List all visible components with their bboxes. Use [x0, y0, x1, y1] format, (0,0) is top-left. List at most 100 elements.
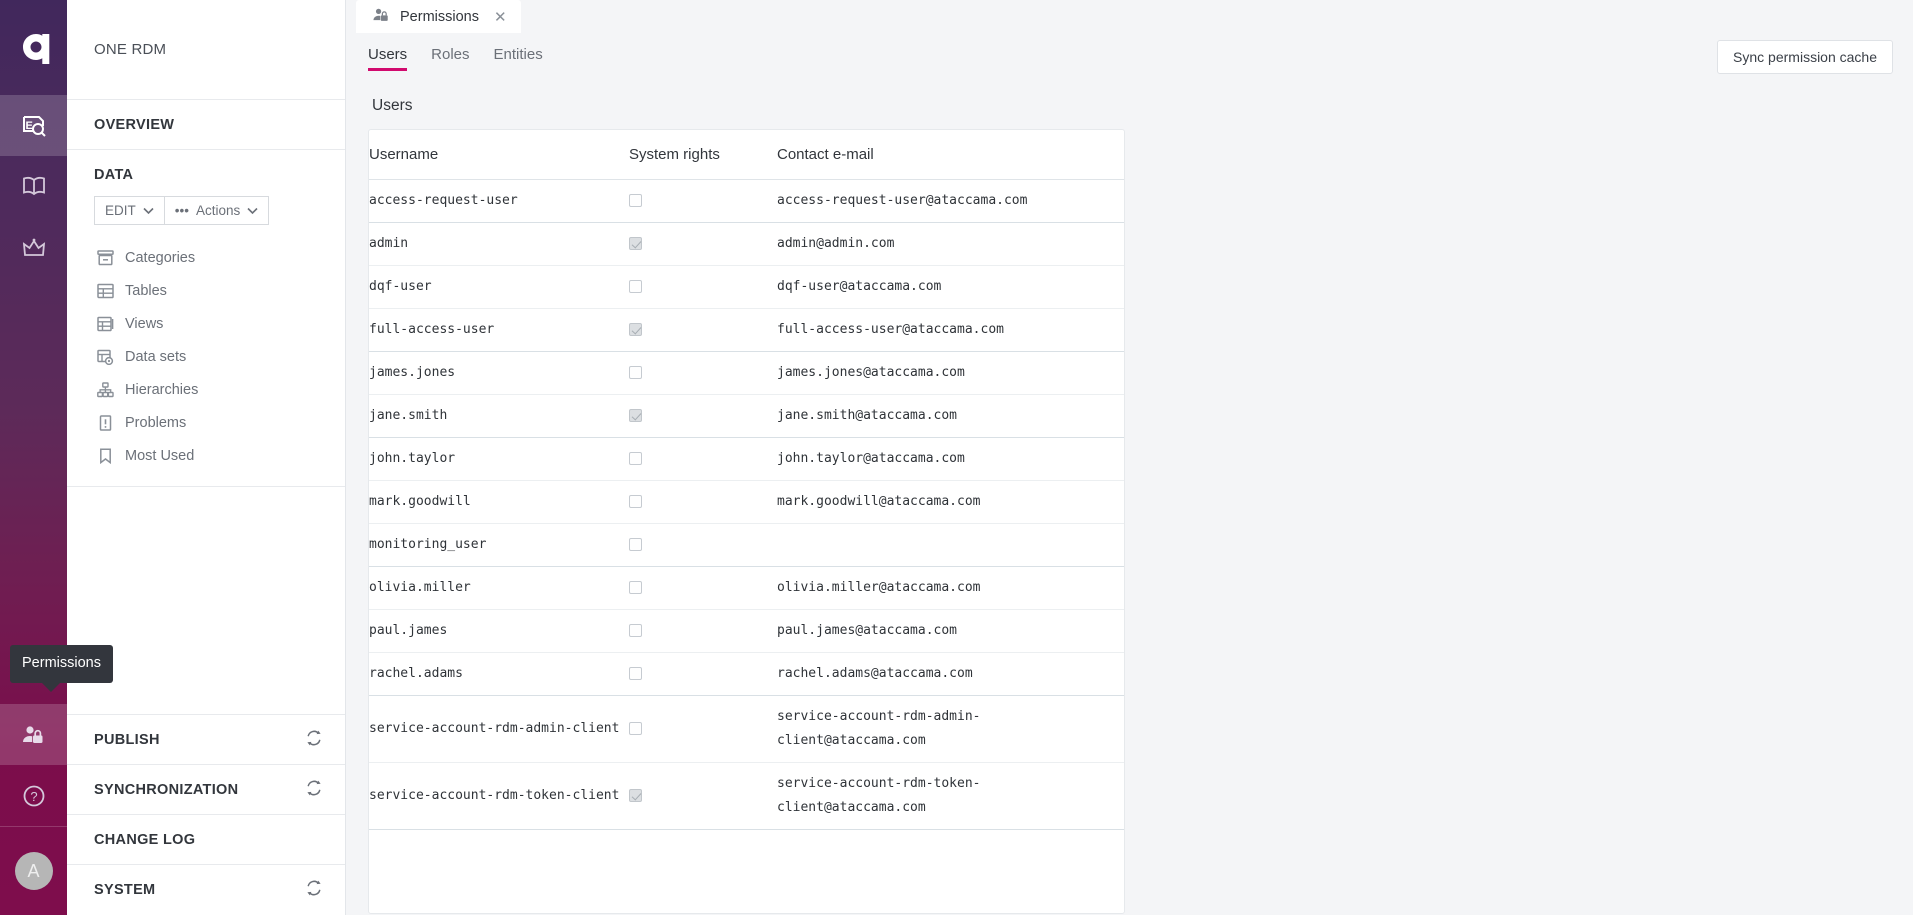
- chevron-down-icon: [247, 203, 258, 218]
- checkbox-unchecked[interactable]: [629, 495, 642, 508]
- checkbox-checked[interactable]: [629, 409, 642, 422]
- users-table-body: access-request-user access-request-user@a…: [369, 179, 1124, 830]
- tables-icon: [97, 282, 114, 299]
- sync-permission-cache-button[interactable]: Sync permission cache: [1717, 40, 1893, 74]
- rail-item-governance[interactable]: [0, 217, 67, 278]
- checkbox-unchecked[interactable]: [629, 280, 642, 293]
- sub-toolbar: Users Roles Entities Sync permission cac…: [346, 33, 1913, 81]
- cell-contact-email: full-access-user@ataccama.com: [777, 308, 1124, 352]
- svg-text:?: ?: [30, 789, 37, 804]
- sync-icon[interactable]: [305, 779, 323, 801]
- rail-item-explore[interactable]: E: [0, 95, 67, 156]
- app-root: E ? A Permissions ONE RDM OVERVIEW DATA …: [0, 0, 1913, 915]
- rail-item-help[interactable]: ?: [0, 765, 67, 826]
- checkbox-unchecked[interactable]: [629, 667, 642, 680]
- categories-icon: [97, 249, 114, 266]
- close-icon[interactable]: ✕: [494, 8, 507, 26]
- sidebar-item-categories-label: Categories: [125, 249, 196, 266]
- sidebar-item-most-used-label: Most Used: [125, 447, 195, 464]
- table-row[interactable]: monitoring_user: [369, 523, 1124, 567]
- table-row[interactable]: access-request-user access-request-user@a…: [369, 179, 1124, 223]
- tab-users[interactable]: Users: [368, 47, 408, 71]
- cell-system-rights: [629, 609, 777, 653]
- panel-section-change-log-label: CHANGE LOG: [94, 831, 196, 848]
- column-header-system-rights[interactable]: System rights: [629, 130, 777, 180]
- cell-username: olivia.miller: [369, 566, 629, 610]
- views-icon: [97, 315, 114, 332]
- cell-contact-email: service-account-rdm-token-client@ataccam…: [777, 762, 1124, 830]
- sidebar-item-categories[interactable]: Categories: [67, 241, 345, 274]
- cell-username: full-access-user: [369, 308, 629, 352]
- column-header-username[interactable]: Username: [369, 130, 629, 180]
- table-row[interactable]: olivia.miller olivia.miller@ataccama.com: [369, 566, 1124, 610]
- table-row[interactable]: rachel.adams rachel.adams@ataccama.com: [369, 652, 1124, 696]
- cell-username: john.taylor: [369, 437, 629, 481]
- table-row[interactable]: admin admin@admin.com: [369, 222, 1124, 266]
- bookmark-icon: [97, 447, 114, 464]
- sidebar-item-data-sets[interactable]: Data sets: [67, 340, 345, 373]
- panel-section-change-log[interactable]: CHANGE LOG: [67, 815, 345, 865]
- svg-text:E: E: [25, 120, 32, 132]
- edit-button[interactable]: EDIT: [94, 196, 165, 225]
- checkbox-unchecked[interactable]: [629, 452, 642, 465]
- table-row[interactable]: john.taylor john.taylor@ataccama.com: [369, 437, 1124, 481]
- checkbox-checked[interactable]: [629, 237, 642, 250]
- table-row[interactable]: service-account-rdm-admin-client service-…: [369, 695, 1124, 763]
- table-row[interactable]: mark.goodwill mark.goodwill@ataccama.com: [369, 480, 1124, 524]
- cell-username: access-request-user: [369, 179, 629, 223]
- checkbox-unchecked[interactable]: [629, 624, 642, 637]
- panel-section-synchronization[interactable]: SYNCHRONIZATION: [67, 765, 345, 815]
- checkbox-unchecked[interactable]: [629, 194, 642, 207]
- cell-username: paul.james: [369, 609, 629, 653]
- sidebar-item-data-sets-label: Data sets: [125, 348, 187, 365]
- table-row[interactable]: dqf-user dqf-user@ataccama.com: [369, 265, 1124, 309]
- table-row[interactable]: service-account-rdm-token-client service-…: [369, 762, 1124, 830]
- checkbox-unchecked[interactable]: [629, 366, 642, 379]
- checkbox-checked[interactable]: [629, 323, 642, 336]
- sidebar-item-most-used[interactable]: Most Used: [67, 439, 345, 472]
- explore-icon: E: [21, 113, 47, 139]
- actions-button-label: Actions: [195, 203, 241, 218]
- panel-section-system-label: SYSTEM: [94, 882, 156, 898]
- cell-username: mark.goodwill: [369, 480, 629, 524]
- cell-contact-email: [777, 523, 1124, 567]
- tab-entities[interactable]: Entities: [494, 47, 543, 67]
- table-row[interactable]: paul.james paul.james@ataccama.com: [369, 609, 1124, 653]
- column-header-contact-email[interactable]: Contact e-mail: [777, 130, 1124, 180]
- users-table-card: Username System rights Contact e-mail ac…: [368, 129, 1125, 914]
- cell-system-rights: [629, 351, 777, 395]
- rail-item-catalog[interactable]: [0, 156, 67, 217]
- sync-icon[interactable]: [305, 729, 323, 751]
- table-row[interactable]: jane.smith jane.smith@ataccama.com: [369, 394, 1124, 438]
- tab-roles[interactable]: Roles: [431, 47, 469, 67]
- panel-section-overview[interactable]: OVERVIEW: [67, 100, 345, 150]
- checkbox-unchecked[interactable]: [629, 538, 642, 551]
- avatar[interactable]: A: [14, 852, 53, 890]
- users-table: Username System rights Contact e-mail ac…: [369, 130, 1124, 830]
- sidebar-item-hierarchies[interactable]: Hierarchies: [67, 373, 345, 406]
- checkbox-checked[interactable]: [629, 789, 642, 802]
- panel-section-system[interactable]: SYSTEM: [67, 865, 345, 915]
- checkbox-unchecked[interactable]: [629, 722, 642, 735]
- rail-item-permissions[interactable]: [0, 704, 67, 765]
- rail-spacer: [0, 278, 67, 704]
- checkbox-unchecked[interactable]: [629, 581, 642, 594]
- sidebar-item-problems-label: Problems: [125, 414, 187, 431]
- actions-button[interactable]: ••• Actions: [164, 196, 270, 225]
- panel-section-publish[interactable]: PUBLISH: [67, 715, 345, 765]
- tab-permissions[interactable]: Permissions ✕: [356, 0, 521, 33]
- cell-contact-email: service-account-rdm-admin-client@ataccam…: [777, 695, 1124, 763]
- cell-system-rights: [629, 480, 777, 524]
- data-nav-list: Categories Tables Views Data sets Hierar…: [67, 241, 345, 472]
- cell-system-rights: [629, 222, 777, 266]
- sidebar-item-views[interactable]: Views: [67, 307, 345, 340]
- table-row[interactable]: full-access-user full-access-user@ataccam…: [369, 308, 1124, 352]
- sidebar-item-tables[interactable]: Tables: [67, 274, 345, 307]
- cell-contact-email: admin@admin.com: [777, 222, 1124, 266]
- sidebar-item-problems[interactable]: Problems: [67, 406, 345, 439]
- chevron-down-icon: [143, 203, 154, 218]
- data-button-row: EDIT ••• Actions: [67, 196, 345, 225]
- table-row[interactable]: james.jones james.jones@ataccama.com: [369, 351, 1124, 395]
- sync-icon[interactable]: [305, 879, 323, 901]
- ataccama-logo[interactable]: [0, 0, 67, 95]
